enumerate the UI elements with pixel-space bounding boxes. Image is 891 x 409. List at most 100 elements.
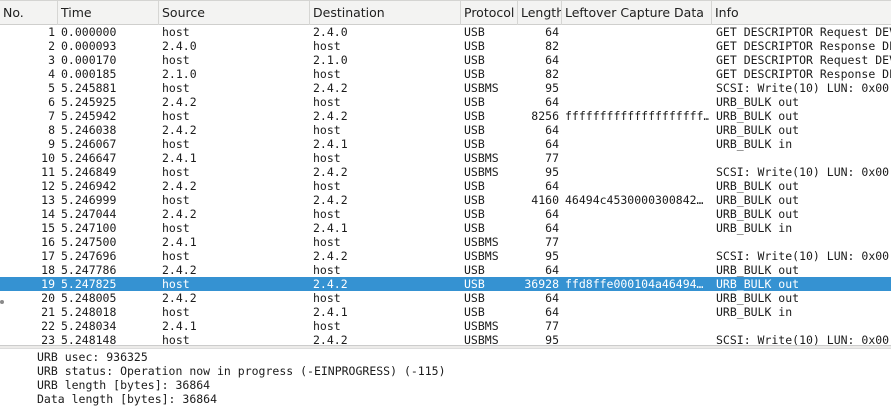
- cell-protocol: USB: [464, 193, 485, 207]
- cell-length: 64: [545, 25, 559, 39]
- cell-source: 2.1.0: [162, 67, 197, 81]
- cell-source: host: [162, 81, 190, 95]
- cell-source: 2.4.1: [162, 319, 197, 333]
- table-row[interactable]: 1 0.000000 host 2.4.0 USB 64 GET DESCRIPTOR Re…: [0, 25, 891, 39]
- cell-time: 5.248005: [61, 291, 117, 305]
- table-row[interactable]: 11 5.246849 host 2.4.2 USBMS 95 SCSI: Write(10…: [0, 165, 891, 179]
- cell-destination: host: [313, 263, 341, 277]
- cell-time: 5.246647: [61, 151, 117, 165]
- cell-info: URB_BULK in: [716, 137, 793, 151]
- cell-time: 5.246942: [61, 179, 117, 193]
- cell-length: 64: [545, 179, 559, 193]
- cell-length: 64: [545, 137, 559, 151]
- cell-source: host: [162, 53, 190, 67]
- table-row[interactable]: 22 5.248034 2.4.1 host USBMS 77: [0, 319, 891, 333]
- table-row[interactable]: 10 5.246647 2.4.1 host USBMS 77: [0, 151, 891, 165]
- cell-protocol: USB: [464, 221, 485, 235]
- cell-destination: 2.4.2: [313, 109, 348, 123]
- table-row[interactable]: 13 5.246999 host 2.4.2 USB 4160 46494c45300003…: [0, 193, 891, 207]
- table-row[interactable]: 16 5.247500 2.4.1 host USBMS 77: [0, 235, 891, 249]
- cell-leftover: [565, 39, 709, 53]
- table-row[interactable]: 20 5.248005 2.4.2 host USB 64 URB_BULK out: [0, 291, 891, 305]
- cell-no: 20: [41, 291, 55, 305]
- cell-info: URB_BULK out: [716, 207, 800, 221]
- column-header-info[interactable]: Info: [712, 1, 891, 25]
- column-header-leftover-capture-data[interactable]: Leftover Capture Data: [562, 1, 712, 25]
- cell-no: 12: [41, 179, 55, 193]
- cell-destination: 2.4.2: [313, 165, 348, 179]
- cell-length: 64: [545, 207, 559, 221]
- cell-length: 64: [545, 123, 559, 137]
- column-header-length[interactable]: Length: [518, 1, 562, 25]
- cell-protocol: USBMS: [464, 319, 499, 333]
- column-header-destination[interactable]: Destination: [310, 1, 461, 25]
- cell-protocol: USBMS: [464, 235, 499, 249]
- cell-time: 5.247825: [61, 277, 117, 291]
- cell-leftover: [565, 333, 709, 345]
- table-row[interactable]: 7 5.245942 host 2.4.2 USB 8256 fffffffffffffff…: [0, 109, 891, 123]
- cell-info: [716, 151, 891, 165]
- packet-details-pane[interactable]: URB usec: 936325 URB status: Operation no…: [0, 349, 891, 409]
- cell-source: 2.4.2: [162, 123, 197, 137]
- detail-line[interactable]: Data length [bytes]: 36864: [37, 392, 217, 406]
- cell-leftover: [565, 291, 709, 305]
- cell-length: 8256: [531, 109, 559, 123]
- table-row[interactable]: 23 5.248148 host 2.4.2 USBMS 95 SCSI: Write(10…: [0, 333, 891, 345]
- table-row[interactable]: 4 0.000185 2.1.0 host USB 82 GET DESCRIPTOR Re…: [0, 67, 891, 81]
- cell-destination: 2.1.0: [313, 53, 348, 67]
- column-header-time[interactable]: Time: [58, 1, 159, 25]
- cell-destination: host: [313, 67, 341, 81]
- detail-line[interactable]: URB length [bytes]: 36864: [37, 378, 210, 392]
- table-row[interactable]: 21 5.248018 host 2.4.1 USB 64 URB_BULK in: [0, 305, 891, 319]
- table-row[interactable]: 2 0.000093 2.4.0 host USB 82 GET DESCRIPTOR Re…: [0, 39, 891, 53]
- cell-destination: 2.4.1: [313, 221, 348, 235]
- cell-source: host: [162, 165, 190, 179]
- cell-protocol: USBMS: [464, 81, 499, 95]
- cell-destination: 2.4.2: [313, 249, 348, 263]
- cell-info: GET DESCRIPTOR Request DEVICE: [716, 25, 891, 39]
- table-row[interactable]: 14 5.247044 2.4.2 host USB 64 URB_BULK out: [0, 207, 891, 221]
- cell-source: 2.4.2: [162, 207, 197, 221]
- detail-line[interactable]: URB status: Operation now in progress (-…: [37, 364, 446, 378]
- cell-leftover: [565, 263, 709, 277]
- cell-length: 64: [545, 305, 559, 319]
- table-row[interactable]: 3 0.000170 host 2.1.0 USB 64 GET DESCRIPTOR Re…: [0, 53, 891, 67]
- table-row[interactable]: 8 5.246038 2.4.2 host USB 64 URB_BULK out: [0, 123, 891, 137]
- cell-destination: host: [313, 179, 341, 193]
- table-row[interactable]: 6 5.245925 2.4.2 host USB 64 URB_BULK out: [0, 95, 891, 109]
- column-header-source[interactable]: Source: [159, 1, 310, 25]
- packet-list[interactable]: 1 0.000000 host 2.4.0 USB 64 GET DESCRIPTOR Re…: [0, 25, 891, 345]
- cell-length: 64: [545, 291, 559, 305]
- cell-time: 5.246067: [61, 137, 117, 151]
- cell-destination: 2.4.2: [313, 277, 348, 291]
- table-row[interactable]: 18 5.247786 2.4.2 host USB 64 URB_BULK out: [0, 263, 891, 277]
- cell-no: 1: [48, 25, 55, 39]
- cell-no: 3: [48, 53, 55, 67]
- table-row[interactable]: 12 5.246942 2.4.2 host USB 64 URB_BULK out: [0, 179, 891, 193]
- table-row-selected[interactable]: 19 5.247825 host 2.4.2 USB 36928 ffd8ffe000104…: [0, 277, 891, 291]
- detail-line[interactable]: URB usec: 936325: [37, 350, 148, 364]
- cell-leftover: [565, 221, 709, 235]
- column-header-protocol[interactable]: Protocol: [461, 1, 518, 25]
- cell-protocol: USBMS: [464, 151, 499, 165]
- table-row[interactable]: 17 5.247696 host 2.4.2 USBMS 95 SCSI: Write(10…: [0, 249, 891, 263]
- cell-no: 4: [48, 67, 55, 81]
- cell-length: 4160: [531, 193, 559, 207]
- table-row[interactable]: 15 5.247100 host 2.4.1 USB 64 URB_BULK in: [0, 221, 891, 235]
- cell-protocol: USBMS: [464, 333, 499, 345]
- cell-protocol: USB: [464, 179, 485, 193]
- table-row[interactable]: 5 5.245881 host 2.4.2 USBMS 95 SCSI: Write(10)…: [0, 81, 891, 95]
- cell-destination: 2.4.2: [313, 193, 348, 207]
- cell-length: 77: [545, 151, 559, 165]
- cell-no: 6: [48, 95, 55, 109]
- column-header-no[interactable]: No.: [0, 1, 58, 25]
- cell-no: 13: [41, 193, 55, 207]
- cell-length: 36928: [524, 277, 559, 291]
- cell-protocol: USB: [464, 95, 485, 109]
- cell-protocol: USB: [464, 39, 485, 53]
- table-row[interactable]: 9 5.246067 host 2.4.1 USB 64 URB_BULK in: [0, 137, 891, 151]
- cell-no: 16: [41, 235, 55, 249]
- cell-no: 15: [41, 221, 55, 235]
- cell-info: URB_BULK out: [716, 277, 800, 291]
- cell-destination: host: [313, 151, 341, 165]
